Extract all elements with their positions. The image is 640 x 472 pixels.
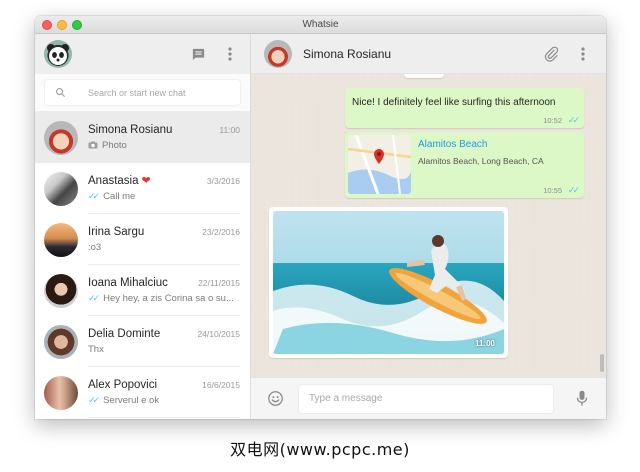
avatar	[44, 273, 78, 308]
chat-name: Simona Rosianu	[88, 123, 173, 136]
chat-item-delia-dominte[interactable]: Delia Dominte 24/10/2015 Thx	[35, 316, 250, 367]
chat-time: 3/3/2016	[206, 176, 240, 186]
avatar	[44, 375, 78, 410]
compose-bar	[251, 377, 606, 419]
message-text: Nice! I definitely feel like surfing thi…	[352, 97, 556, 108]
sidebar-header	[35, 34, 250, 74]
chat-preview: Thx	[88, 343, 104, 355]
chat-item-simona-rosianu[interactable]: Simona Rosianu 11:00 Photo	[35, 112, 250, 163]
contact-name[interactable]: Simona Rosianu	[303, 47, 530, 61]
photo-message-bubble[interactable]: 11:00	[269, 207, 508, 358]
double-check-icon: ✓✓	[88, 292, 100, 303]
chat-name: Anastasia ❤	[88, 174, 151, 187]
chat-item-ioana-mihalciuc[interactable]: Ioana Mihalciuc 22/11/2015 ✓✓ Hey hey, a…	[35, 265, 250, 316]
message-icon	[192, 48, 204, 60]
app-window: Whatsie Search or start new chat Simona …	[35, 16, 606, 419]
double-check-icon: ✓✓	[567, 185, 580, 195]
panda-icon	[47, 44, 69, 65]
avatar	[44, 120, 78, 155]
voice-message-button[interactable]	[571, 388, 593, 410]
chat-item-alex-popovici[interactable]: Alex Popovici 16/6/2015 ✓✓ Serverul e ok	[35, 367, 250, 418]
map-icon	[348, 135, 411, 194]
chat-time: 23/2/2016	[202, 226, 240, 237]
chat-preview: Hey hey, a zis Corina sa o su...	[103, 292, 234, 304]
chat-time: 22/11/2015	[198, 277, 240, 288]
chat-name: Ioana Mihalciuc	[88, 276, 168, 289]
search-icon	[56, 88, 66, 98]
chat-name: Irina Sargu	[88, 225, 145, 238]
double-check-icon: ✓✓	[88, 191, 100, 201]
chat-item-irina-sargu[interactable]: Irina Sargu 23/2/2016 :o3	[35, 214, 250, 265]
chat-list: Simona Rosianu 11:00 Photo Anastasia ❤ 3…	[35, 112, 250, 419]
window-title: Whatsie	[302, 19, 339, 30]
chat-preview: Call me	[103, 191, 136, 202]
chat-time: 16/6/2015	[202, 379, 240, 390]
double-check-icon: ✓✓	[567, 115, 580, 125]
chat-time: 24/10/2015	[197, 328, 240, 339]
search-bar	[35, 74, 250, 112]
my-avatar[interactable]	[44, 40, 72, 68]
sidebar: Simona Rosianu 11:00 Photo	[35, 34, 251, 419]
close-window-button[interactable]	[42, 20, 52, 30]
new-chat-button[interactable]	[187, 43, 209, 65]
minimize-window-button[interactable]	[57, 20, 67, 30]
search-box	[45, 80, 240, 105]
conversation-header: Simona Rosianu	[251, 34, 606, 74]
avatar	[44, 324, 78, 359]
chat-item-anastasia[interactable]: Anastasia ❤ 3/3/2016 ✓✓ Call me	[35, 163, 250, 214]
watermark-text: 双电网(www.pcpc.me)	[230, 440, 410, 459]
message-bubble-outgoing: Nice! I definitely feel like surfing thi…	[345, 88, 584, 128]
surf-photo[interactable]: 11:00	[273, 211, 504, 354]
contact-avatar[interactable]	[264, 39, 292, 68]
more-vertical-icon	[228, 47, 232, 61]
more-vertical-icon	[581, 46, 585, 61]
chat-preview: Serverul e ok	[103, 394, 160, 406]
search-input[interactable]	[86, 86, 230, 99]
microphone-icon	[576, 390, 588, 406]
location-address: Alamitos Beach, Long Beach, CA	[418, 156, 544, 166]
paperclip-icon	[544, 46, 559, 62]
chat-preview: :o3	[88, 241, 102, 253]
location-title[interactable]: Alamitos Beach	[418, 139, 487, 150]
message-scrollbar[interactable]	[600, 354, 604, 372]
camera-icon	[88, 141, 98, 149]
sidebar-menu-button[interactable]	[219, 43, 241, 65]
chat-name: Alex Popovici	[88, 378, 158, 391]
conversation-menu-button[interactable]	[572, 43, 594, 65]
message-area: Nice! I definitely feel like surfing thi…	[251, 74, 606, 377]
message-time: 10:55	[543, 186, 562, 195]
attach-button[interactable]	[540, 43, 562, 65]
previous-message-bubble	[404, 74, 444, 78]
chat-name: Delia Dominte	[88, 327, 161, 340]
heart-icon: ❤	[141, 175, 151, 187]
avatar	[44, 222, 78, 257]
chat-name-text: Anastasia	[88, 175, 139, 187]
emoji-button[interactable]	[264, 388, 286, 410]
double-check-icon: ✓✓	[88, 394, 100, 405]
location-message-bubble[interactable]: Alamitos Beach Alamitos Beach, Long Beac…	[345, 132, 584, 198]
photo-image	[273, 211, 504, 354]
chat-time: 11:00	[219, 124, 240, 135]
conversation-pane: Simona Rosianu Nice! I definitely feel l…	[251, 34, 606, 419]
message-time: 11:00	[474, 339, 495, 348]
chat-preview: Photo	[102, 139, 127, 151]
message-time: 10:52	[543, 116, 562, 125]
title-bar: Whatsie	[35, 16, 606, 34]
window-controls	[42, 20, 82, 30]
map-thumbnail[interactable]	[348, 135, 411, 194]
message-input[interactable]	[299, 384, 553, 413]
avatar	[44, 171, 78, 206]
emoji-icon	[267, 391, 283, 406]
zoom-window-button[interactable]	[72, 20, 82, 30]
